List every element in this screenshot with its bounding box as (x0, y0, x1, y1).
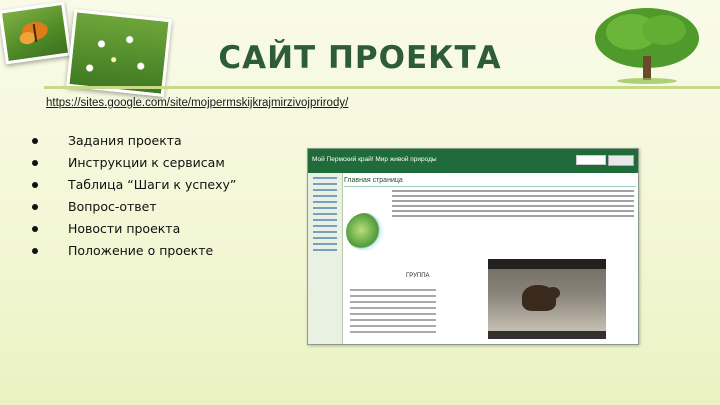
sidebar-nav-item (313, 189, 337, 191)
bullet-icon (32, 138, 38, 144)
butterfly-photo-icon (0, 1, 72, 65)
video-title-bar (488, 259, 606, 269)
daisies-photo-icon (66, 9, 172, 97)
page-title: САЙТ ПРОЕКТА (218, 40, 502, 76)
text-line (392, 190, 634, 192)
list-item: Вопрос-ответ (28, 196, 236, 218)
bullet-icon (32, 248, 38, 254)
list-item: Задания проекта (28, 130, 236, 152)
site-name: Мой Пермский край! Мир живой природы (312, 156, 437, 163)
site-header-bar: Мой Пермский край! Мир живой природы (308, 149, 638, 173)
site-subheading: ГРУППА (406, 273, 430, 279)
sidebar-nav-item (313, 201, 337, 203)
sidebar-nav-item (313, 183, 337, 185)
text-line (392, 210, 634, 212)
text-line (392, 205, 634, 207)
bullet-icon (32, 160, 38, 166)
video-controls-bar (488, 331, 606, 339)
list-item: Новости проекта (28, 218, 236, 240)
text-line (392, 195, 634, 197)
list-item: Положение о проекте (28, 240, 236, 262)
list-item-label: Новости проекта (68, 221, 181, 236)
bullet-icon (32, 204, 38, 210)
site-url-link[interactable]: https://sites.google.com/site/mojpermski… (46, 97, 348, 109)
bullet-list: Задания проекта Инструкции к сервисам Та… (28, 130, 236, 262)
bullet-icon (32, 182, 38, 188)
sidebar-nav-item (313, 177, 337, 179)
site-sidebar (308, 173, 343, 344)
sidebar-nav-item (313, 231, 337, 233)
bear-head-shape (546, 287, 560, 299)
bear-video-thumbnail-icon (488, 259, 606, 339)
list-item-label: Таблица “Шаги к успеху” (68, 177, 237, 192)
sidebar-nav-item (313, 225, 337, 227)
text-line (392, 200, 634, 202)
sidebar-nav-item (313, 243, 337, 245)
list-item: Инструкции к сервисам (28, 152, 236, 174)
site-page-title: Главная страница (344, 177, 636, 187)
text-line (392, 215, 634, 217)
tree-icon (595, 8, 699, 84)
site-main-content: Главная страница ГРУППА (344, 175, 636, 344)
sidebar-nav-item (313, 237, 337, 239)
poem-text-block (350, 285, 436, 333)
list-item-label: Положение о проекте (68, 243, 214, 258)
website-screenshot: Мой Пермский край! Мир живой природы Гла… (307, 148, 639, 345)
site-search-input (576, 155, 606, 165)
project-logo-icon (346, 213, 384, 251)
title-divider (44, 86, 720, 89)
sidebar-nav-item (313, 213, 337, 215)
bullet-icon (32, 226, 38, 232)
list-item-label: Вопрос-ответ (68, 199, 157, 214)
sidebar-nav-item (313, 207, 337, 209)
list-item: Таблица “Шаги к успеху” (28, 174, 236, 196)
sidebar-nav-item (313, 219, 337, 221)
sidebar-nav-item (313, 195, 337, 197)
list-item-label: Задания проекта (68, 133, 182, 148)
list-item-label: Инструкции к сервисам (68, 155, 225, 170)
sidebar-nav-item (313, 249, 337, 251)
site-search-button (608, 155, 634, 166)
